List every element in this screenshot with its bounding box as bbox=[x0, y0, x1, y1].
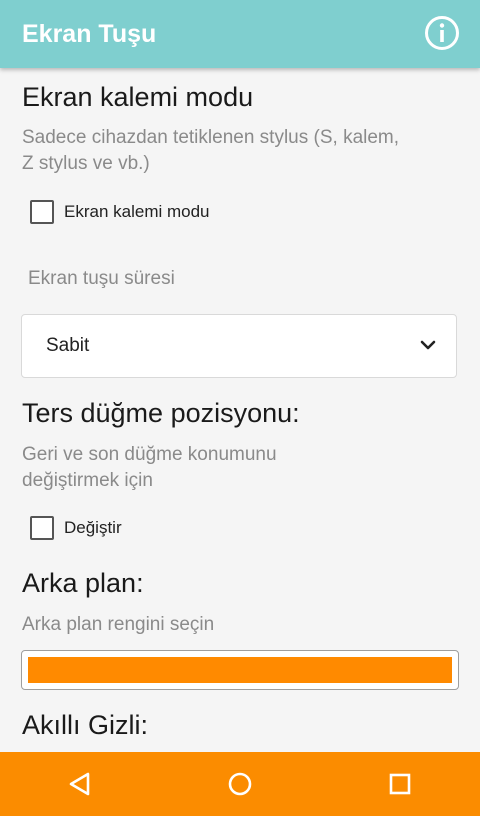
duration-dropdown[interactable]: Sabit bbox=[21, 314, 457, 378]
back-triangle-icon[interactable] bbox=[50, 754, 110, 814]
chevron-down-icon[interactable] bbox=[420, 338, 436, 356]
home-circle-icon[interactable] bbox=[210, 754, 270, 814]
duration-label: Ekran tuşu süresi bbox=[28, 268, 175, 289]
smart-hide-heading: Akıllı Gizli: bbox=[22, 710, 149, 740]
navigation-bar bbox=[0, 752, 480, 816]
background-heading: Arka plan: bbox=[22, 568, 144, 598]
reverse-buttons-description-line2: değiştirmek için bbox=[22, 470, 153, 491]
background-description: Arka plan rengini seçin bbox=[22, 614, 215, 635]
reverse-buttons-checkbox-label[interactable]: Değiştir bbox=[64, 518, 122, 538]
pen-mode-checkbox-row[interactable]: Ekran kalemi modu bbox=[30, 200, 210, 224]
pen-mode-description-line2: Z stylus ve vb.) bbox=[22, 153, 150, 174]
info-icon[interactable] bbox=[424, 15, 460, 51]
reverse-buttons-checkbox[interactable] bbox=[30, 516, 54, 540]
recents-square-icon[interactable] bbox=[370, 754, 430, 814]
reverse-buttons-description-line1: Geri ve son düğme konumunu bbox=[22, 444, 277, 465]
background-color-picker[interactable] bbox=[21, 650, 459, 690]
app-bar: Ekran Tuşu bbox=[0, 0, 480, 68]
duration-selected-value[interactable]: Sabit bbox=[46, 335, 89, 357]
reverse-buttons-checkbox-row[interactable]: Değiştir bbox=[30, 516, 122, 540]
background-color-swatch[interactable] bbox=[28, 657, 452, 683]
pen-mode-checkbox-label[interactable]: Ekran kalemi modu bbox=[64, 202, 210, 222]
app-title: Ekran Tuşu bbox=[22, 19, 157, 48]
pen-mode-checkbox[interactable] bbox=[30, 200, 54, 224]
reverse-buttons-heading: Ters düğme pozisyonu: bbox=[22, 398, 300, 428]
pen-mode-description-line1: Sadece cihazdan tetiklenen stylus (S, ka… bbox=[22, 127, 400, 148]
pen-mode-heading: Ekran kalemi modu bbox=[22, 82, 254, 112]
settings-content[interactable]: Ekran kalemi modu Sadece cihazdan tetikl… bbox=[0, 68, 480, 752]
